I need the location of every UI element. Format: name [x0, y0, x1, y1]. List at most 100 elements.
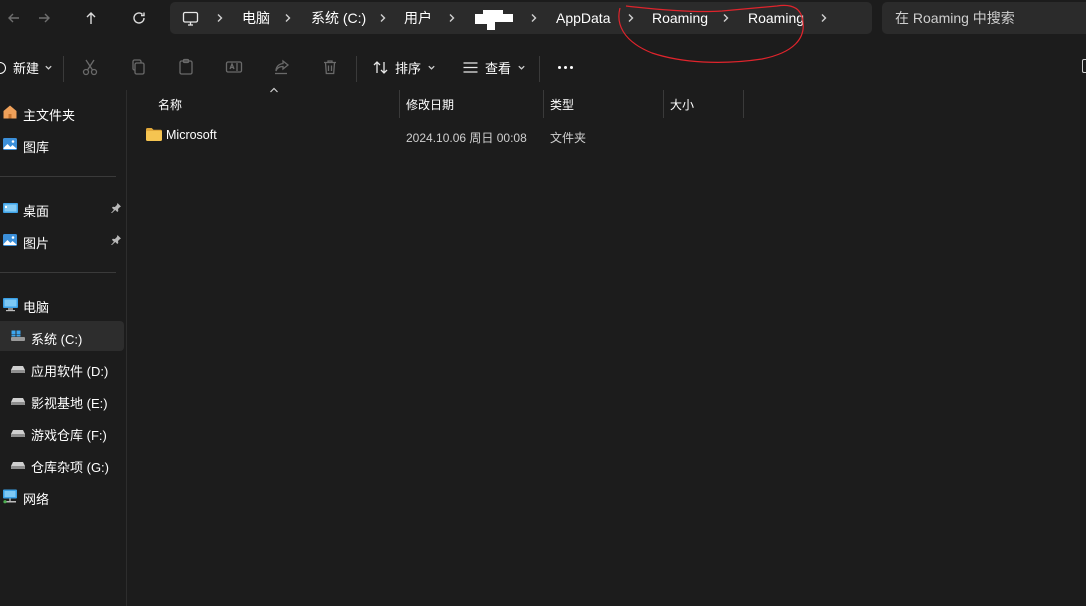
chevron-down-icon	[45, 65, 52, 70]
up-button[interactable]	[77, 4, 105, 32]
sidebar-item-label: 仓库杂项 (G:)	[31, 460, 109, 475]
sort-button[interactable]: 排序	[372, 53, 436, 81]
breadcrumb-item-users[interactable]: 用户	[404, 2, 432, 34]
sidebar-item-label: 网络	[23, 492, 50, 507]
chevron-down-icon	[518, 65, 525, 70]
sidebar-item-desktop[interactable]: 桌面	[0, 193, 124, 223]
breadcrumb[interactable]: 电脑 系统 (C:) 用户 AppData Roaming Roaming	[170, 2, 872, 34]
forward-button[interactable]	[30, 4, 58, 32]
chevron-right-icon[interactable]	[446, 2, 458, 34]
toolbar-divider	[356, 56, 357, 82]
sidebar-item-home[interactable]: 主文件夹	[0, 97, 124, 127]
cut-icon[interactable]	[79, 56, 101, 78]
sidebar-item-label: 系统 (C:)	[31, 332, 83, 347]
pictures-icon	[3, 234, 17, 246]
chevron-right-icon[interactable]	[377, 2, 389, 34]
arrow-up-icon	[86, 12, 96, 24]
more-icon[interactable]	[553, 53, 577, 81]
navigation-pane: 主文件夹 图库 桌面 图片 电脑 系统 (C:) 应用软件 (D:) 影视基地 …	[0, 90, 127, 606]
sidebar-item-label: 主文件夹	[23, 108, 76, 123]
sort-button-label: 排序	[395, 60, 422, 76]
sidebar-item-pc[interactable]: 电脑	[0, 289, 124, 319]
search-input[interactable]: 在 Roaming 中搜索	[882, 2, 1086, 34]
file-modified: 2024.10.06 周日 00:08	[406, 131, 527, 145]
breadcrumb-item-pc[interactable]: 电脑	[242, 2, 270, 34]
details-pane-icon[interactable]	[1082, 59, 1086, 73]
column-header-modified[interactable]: 修改日期	[406, 90, 454, 118]
column-divider[interactable]	[399, 90, 400, 118]
back-button[interactable]	[0, 4, 28, 32]
view-button[interactable]: 查看	[462, 53, 526, 81]
chevron-right-icon[interactable]	[214, 2, 226, 34]
sidebar-item-drive-e[interactable]: 影视基地 (E:)	[0, 385, 124, 415]
sidebar-item-gallery[interactable]: 图库	[0, 129, 124, 159]
column-header-size[interactable]: 大小	[670, 90, 694, 118]
delete-icon[interactable]	[319, 56, 341, 78]
drive-icon	[11, 366, 25, 373]
home-icon	[3, 105, 17, 119]
command-bar: 新建 排序 查看	[0, 44, 1086, 90]
breadcrumb-item-roaming-current[interactable]: Roaming	[748, 2, 804, 34]
system-drive-icon	[11, 330, 25, 341]
desktop-icon	[3, 203, 18, 213]
drive-icon	[11, 462, 25, 469]
sidebar-item-drive-g[interactable]: 仓库杂项 (G:)	[0, 449, 124, 479]
column-divider[interactable]	[543, 90, 544, 118]
chevron-right-icon[interactable]	[625, 2, 637, 34]
chevron-down-icon	[428, 65, 435, 70]
toolbar-divider	[539, 56, 540, 82]
sidebar-item-drive-d[interactable]: 应用软件 (D:)	[0, 353, 124, 383]
folder-icon	[146, 128, 162, 141]
breadcrumb-item-roaming-parent[interactable]: Roaming	[652, 2, 708, 34]
breadcrumb-item-system-drive[interactable]: 系统 (C:)	[311, 2, 366, 34]
pin-icon[interactable]	[110, 234, 122, 246]
refresh-icon	[133, 12, 145, 24]
sidebar-item-drive-c[interactable]: 系统 (C:)	[0, 321, 124, 351]
share-icon[interactable]	[271, 56, 293, 78]
chevron-right-icon[interactable]	[528, 2, 540, 34]
breadcrumb-item-appdata[interactable]: AppData	[556, 2, 610, 34]
sidebar-item-network[interactable]: 网络	[0, 481, 124, 511]
chevron-right-icon[interactable]	[282, 2, 294, 34]
sidebar-divider	[0, 176, 116, 177]
drive-icon	[11, 398, 25, 405]
chevron-right-icon[interactable]	[720, 2, 732, 34]
sidebar-item-label: 电脑	[23, 300, 50, 315]
arrow-right-icon	[39, 13, 50, 23]
drive-icon	[11, 430, 25, 437]
monitor-icon[interactable]	[182, 2, 199, 34]
sidebar-item-label: 图片	[23, 236, 50, 251]
new-button-label: 新建	[13, 60, 40, 76]
file-type: 文件夹	[550, 131, 587, 145]
column-header-name[interactable]: 名称	[158, 90, 182, 118]
file-name: Microsoft	[166, 128, 217, 142]
copy-icon[interactable]	[127, 56, 149, 78]
computer-icon	[3, 298, 18, 312]
sort-ascending-icon	[270, 87, 278, 93]
toolbar-divider	[63, 56, 64, 82]
sort-icon	[373, 60, 388, 74]
view-icon	[463, 61, 478, 73]
view-button-label: 查看	[485, 60, 512, 76]
column-divider[interactable]	[663, 90, 664, 118]
sidebar-item-pictures[interactable]: 图片	[0, 225, 124, 255]
address-row: 电脑 系统 (C:) 用户 AppData Roaming Roaming 在 …	[0, 0, 1086, 36]
arrow-left-icon	[8, 13, 19, 23]
chevron-right-icon[interactable]	[818, 2, 830, 34]
pin-icon[interactable]	[110, 202, 122, 214]
breadcrumb-item-redacted-username[interactable]	[473, 8, 515, 32]
plus-icon	[0, 59, 8, 75]
new-button[interactable]: 新建	[0, 53, 53, 81]
sidebar-item-drive-f[interactable]: 游戏仓库 (F:)	[0, 417, 124, 447]
paste-icon[interactable]	[175, 56, 197, 78]
gallery-icon	[3, 138, 17, 150]
network-icon	[3, 489, 17, 504]
sidebar-divider	[0, 272, 116, 273]
column-divider[interactable]	[743, 90, 744, 118]
sidebar-item-label: 桌面	[23, 204, 50, 219]
column-header-type[interactable]: 类型	[550, 90, 574, 118]
refresh-button[interactable]	[125, 4, 153, 32]
rename-icon[interactable]	[223, 56, 245, 78]
sidebar-item-label: 应用软件 (D:)	[31, 364, 109, 379]
table-row[interactable]: Microsoft 2024.10.06 周日 00:08 文件夹	[128, 120, 1086, 150]
